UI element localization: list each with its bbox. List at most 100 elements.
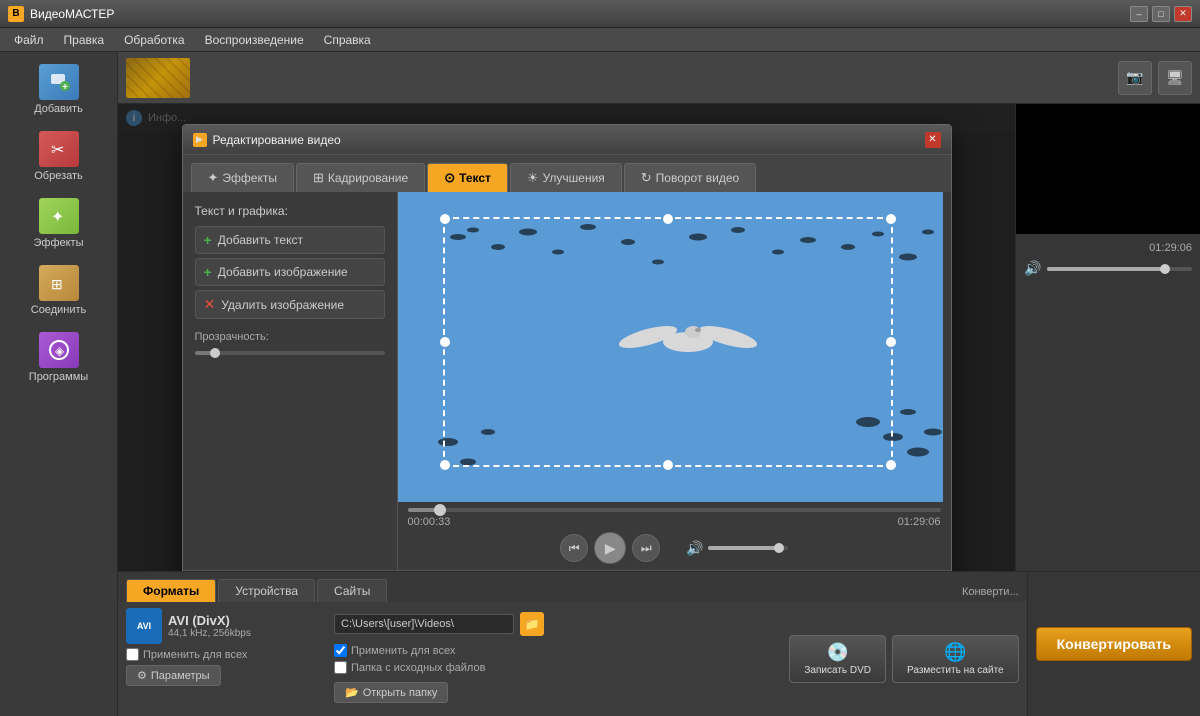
framing-tab-label: Кадрирование xyxy=(328,171,408,185)
text-tab-label: Текст xyxy=(459,171,491,185)
tab-framing[interactable]: ⊞ Кадрирование xyxy=(296,163,425,192)
transparency-slider[interactable] xyxy=(195,351,385,355)
rewind-button[interactable]: ⏮ xyxy=(560,534,588,562)
handle-tl[interactable] xyxy=(440,214,450,224)
title-bar: В ВидеоМАСТЕР – □ ✕ xyxy=(0,0,1200,28)
output-path-field[interactable] xyxy=(334,614,514,634)
sidebar-add-label: Добавить xyxy=(34,103,83,115)
bottom-panel: Форматы Устройства Сайты Конверти... AVI… xyxy=(118,571,1027,716)
right-bottom: Конвертировать xyxy=(1027,571,1200,716)
effects-tab-label: Эффекты xyxy=(222,171,277,185)
screen-icon-btn[interactable]: 🖥 xyxy=(1158,61,1192,95)
sidebar-btn-effects[interactable]: ✦ Эффекты xyxy=(4,192,113,255)
modal-overlay: ▶ Редактирование видео ✕ ✦ Эффекты ⊞ xyxy=(118,104,1015,571)
fast-forward-button[interactable]: ⏭ xyxy=(632,534,660,562)
handle-mr[interactable] xyxy=(886,337,896,347)
publish-label: Разместить на сайте xyxy=(907,665,1004,676)
right-volume-slider[interactable] xyxy=(1047,267,1192,271)
tab-improvements[interactable]: ☀ Улучшения xyxy=(510,163,622,192)
content-area: i Инфо... ▶ Редактирование видео ✕ xyxy=(118,104,1015,571)
add-text-button[interactable]: + Добавить текст xyxy=(195,226,385,254)
handle-br[interactable] xyxy=(886,460,896,470)
svg-text:◈: ◈ xyxy=(55,344,65,358)
params-row: ⚙ Параметры xyxy=(126,665,326,686)
modal-title: Редактирование видео xyxy=(213,133,925,147)
action-buttons: 💿 Записать DVD 🌐 Разместить на сайте xyxy=(789,608,1018,710)
svg-text:✂: ✂ xyxy=(51,142,64,159)
sidebar-btn-cut[interactable]: ✂ Обрезать xyxy=(4,125,113,188)
params-icon: ⚙ xyxy=(137,669,147,682)
svg-text:+: + xyxy=(62,82,68,93)
camera-icon-btn[interactable]: 📷 xyxy=(1118,61,1152,95)
join-icon: ⊞ xyxy=(39,265,79,301)
del-icon: ✕ xyxy=(204,296,216,313)
handle-bl[interactable] xyxy=(440,460,450,470)
publish-icon: 🌐 xyxy=(944,642,966,663)
menu-file[interactable]: Файл xyxy=(4,30,54,50)
sidebar-btn-programs[interactable]: ◈ Программы xyxy=(4,326,113,389)
open-folder-button[interactable]: 📂 Открыть папку xyxy=(334,682,448,703)
main-layout: + Добавить ✂ Обрезать ✦ Эффекты ⊞ Соедин… xyxy=(0,52,1200,716)
tab-formats[interactable]: Форматы xyxy=(126,579,216,602)
convert-button[interactable]: Конвертировать xyxy=(1036,627,1192,661)
publish-button[interactable]: 🌐 Разместить на сайте xyxy=(892,635,1019,683)
volume-bar[interactable] xyxy=(708,546,788,550)
record-dvd-button[interactable]: 💿 Записать DVD xyxy=(789,635,886,683)
menu-process[interactable]: Обработка xyxy=(114,30,195,50)
right-volume-icon: 🔊 xyxy=(1024,260,1041,277)
time-end: 01:29:06 xyxy=(898,516,941,528)
tab-text[interactable]: ⊙ Текст xyxy=(427,163,508,192)
modal-tabs: ✦ Эффекты ⊞ Кадрирование ⊙ Текст xyxy=(183,155,951,192)
seek-thumb xyxy=(434,504,446,516)
volume-thumb xyxy=(774,543,784,553)
close-button[interactable]: ✕ xyxy=(1174,6,1192,22)
delete-image-button[interactable]: ✕ Удалить изображение xyxy=(195,290,385,319)
transparency-label: Прозрачность: xyxy=(195,331,385,343)
seek-bar[interactable] xyxy=(408,508,941,512)
add-image-label: Добавить изображение xyxy=(218,265,348,279)
tab-devices[interactable]: Устройства xyxy=(218,579,315,602)
open-folder-icon: 📂 xyxy=(345,686,359,699)
handle-ml[interactable] xyxy=(440,337,450,347)
sidebar-btn-add[interactable]: + Добавить xyxy=(4,58,113,121)
right-volume-thumb xyxy=(1160,264,1170,274)
volume-fill xyxy=(708,546,776,550)
maximize-button[interactable]: □ xyxy=(1152,6,1170,22)
handle-tm[interactable] xyxy=(663,214,673,224)
minimize-button[interactable]: – xyxy=(1130,6,1148,22)
play-button[interactable]: ▶ xyxy=(594,532,626,564)
apply-all-check[interactable]: Применить для всех xyxy=(126,648,326,661)
handle-tr[interactable] xyxy=(886,214,896,224)
sidebar-btn-join[interactable]: ⊞ Соединить xyxy=(4,259,113,322)
sidebar: + Добавить ✂ Обрезать ✦ Эффекты ⊞ Соедин… xyxy=(0,52,118,716)
menu-help[interactable]: Справка xyxy=(314,30,381,50)
format-row: AVI AVI (DivX) 44,1 kHz, 256kbps xyxy=(126,608,326,644)
apply-all-check2[interactable]: Применить для всех xyxy=(334,644,554,657)
menu-playback[interactable]: Воспроизведение xyxy=(195,30,314,50)
edit-modal: ▶ Редактирование видео ✕ ✦ Эффекты ⊞ xyxy=(182,124,952,571)
selection-box[interactable] xyxy=(443,217,893,467)
handle-bm[interactable] xyxy=(663,460,673,470)
volume-control: 🔊 xyxy=(686,540,787,557)
menu-edit[interactable]: Правка xyxy=(54,30,115,50)
source-folder-check[interactable]: Папка с исходных файлов xyxy=(334,661,554,674)
add-image-button[interactable]: + Добавить изображение xyxy=(195,258,385,286)
tab-rotate[interactable]: ↻ Поворот видео xyxy=(624,163,756,192)
right-controls: 01:29:06 🔊 xyxy=(1016,234,1200,285)
modal-footer: Применить Отмена xyxy=(183,570,951,571)
right-video-preview xyxy=(1016,104,1200,234)
volume-icon: 🔊 xyxy=(686,540,703,557)
menu-bar: Файл Правка Обработка Воспроизведение Сп… xyxy=(0,28,1200,52)
apply-all-checkbox2[interactable] xyxy=(334,644,347,657)
tab-effects[interactable]: ✦ Эффекты xyxy=(191,163,294,192)
apply-all-checkbox[interactable] xyxy=(126,648,139,661)
bottom-tabs: Форматы Устройства Сайты Конверти... xyxy=(118,572,1027,602)
modal-left-panel: Текст и графика: + Добавить текст + Доба… xyxy=(183,192,398,570)
params-button[interactable]: ⚙ Параметры xyxy=(126,665,221,686)
modal-close-button[interactable]: ✕ xyxy=(925,132,941,148)
rotate-tab-icon: ↻ xyxy=(641,170,652,186)
playback-controls: ⏮ ▶ ⏭ 🔊 xyxy=(408,532,941,564)
browse-folder-button[interactable]: 📁 xyxy=(520,612,544,636)
tab-sites[interactable]: Сайты xyxy=(317,579,387,602)
source-folder-checkbox[interactable] xyxy=(334,661,347,674)
